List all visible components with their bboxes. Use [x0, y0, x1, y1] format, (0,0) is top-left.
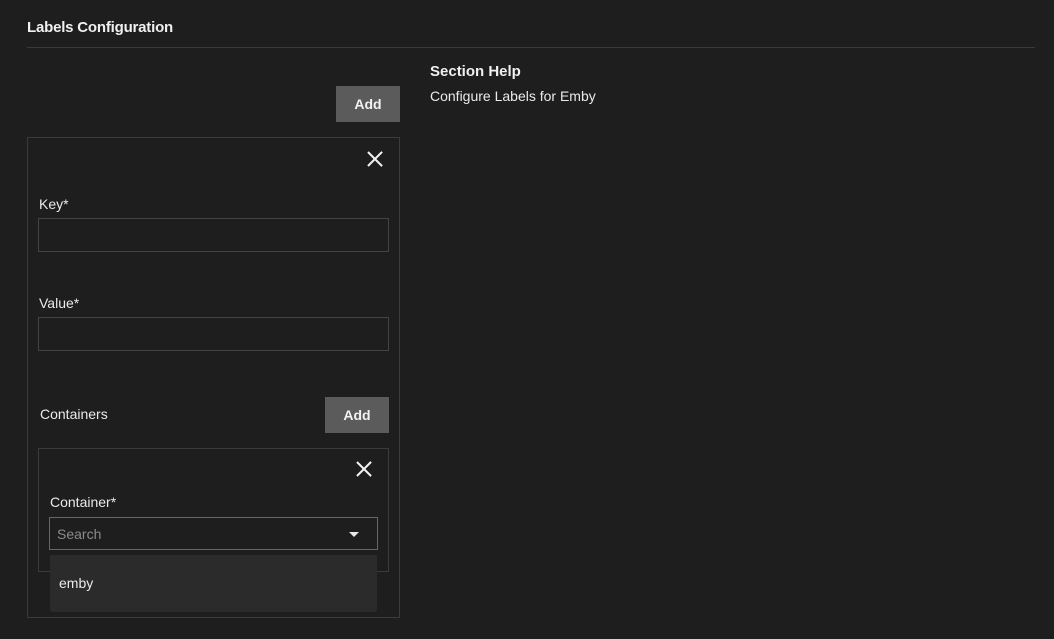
container-dropdown: emby	[50, 555, 377, 612]
value-input[interactable]	[38, 317, 389, 351]
help-text: Configure Labels for Emby	[430, 88, 596, 104]
containers-label: Containers	[40, 406, 108, 422]
section-divider	[27, 47, 1035, 48]
value-label: Value*	[39, 295, 80, 311]
key-label: Key*	[39, 196, 69, 212]
chevron-down-icon[interactable]	[349, 532, 359, 537]
remove-container-close-icon[interactable]	[355, 460, 373, 478]
container-search-input[interactable]	[57, 518, 337, 549]
add-label-button[interactable]: Add	[336, 86, 400, 122]
section-title: Labels Configuration	[27, 19, 174, 36]
remove-label-close-icon[interactable]	[366, 150, 384, 168]
container-select[interactable]	[49, 517, 378, 550]
key-input[interactable]	[38, 218, 389, 252]
container-label: Container*	[50, 494, 117, 510]
help-title: Section Help	[430, 63, 521, 80]
add-container-button[interactable]: Add	[325, 397, 389, 433]
dropdown-option-emby[interactable]: emby	[59, 575, 93, 591]
container-item-card: Container*	[38, 448, 389, 572]
